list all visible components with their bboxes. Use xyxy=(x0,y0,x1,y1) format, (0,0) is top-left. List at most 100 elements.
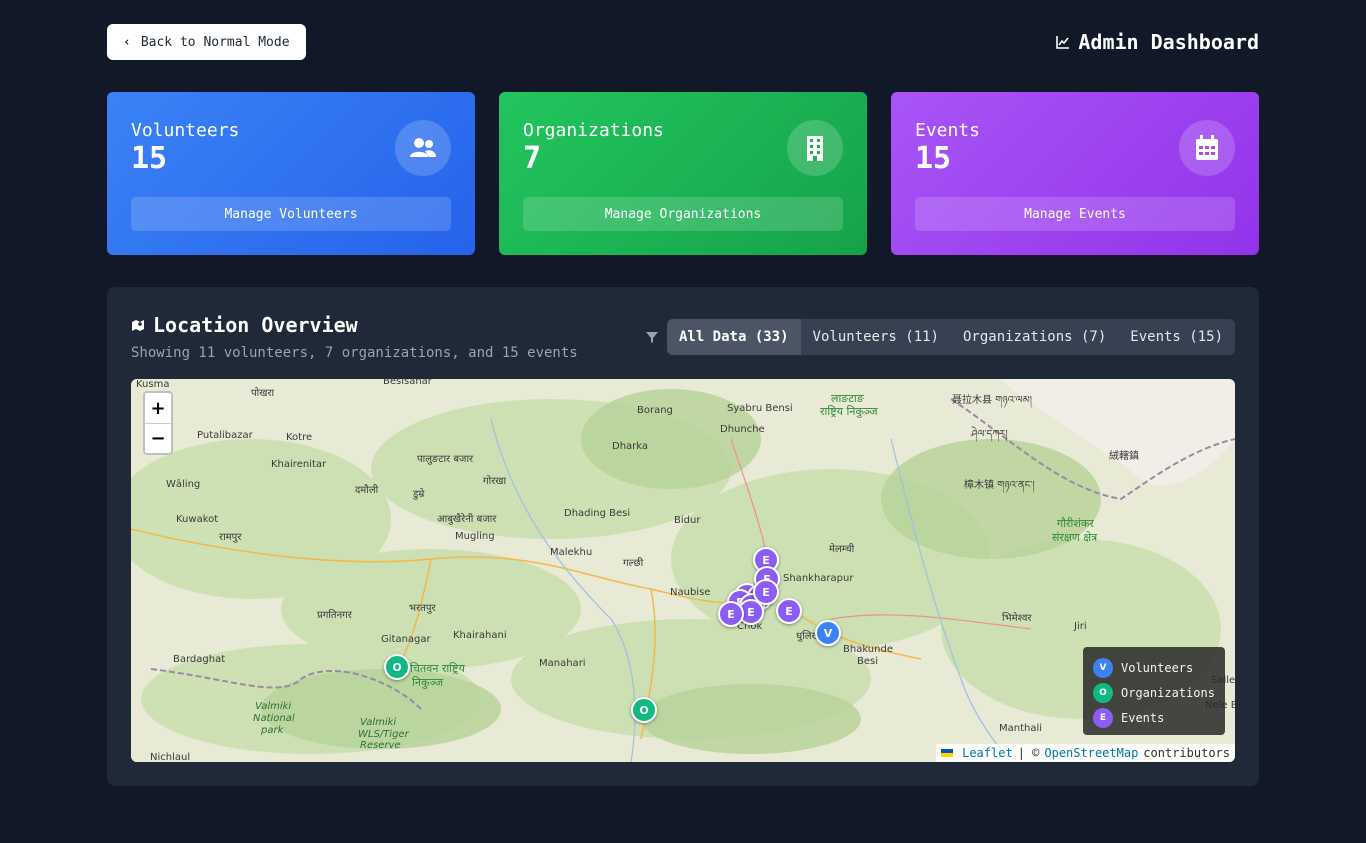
map-label: Dhunche xyxy=(720,424,765,435)
page-title: Admin Dashboard xyxy=(1056,30,1259,54)
map-label: Manthali xyxy=(999,723,1043,734)
legend-label: Volunteers xyxy=(1121,660,1194,675)
map-label: Valmiki xyxy=(360,717,397,728)
map-label: मेलम्ची xyxy=(829,544,855,555)
map-label: Malekhu xyxy=(550,547,593,558)
map-label: आबुखैरेनी बजार xyxy=(437,514,497,525)
map-label: Shankharapur xyxy=(783,573,854,584)
back-to-normal-mode-button[interactable]: ‹ Back to Normal Mode xyxy=(107,24,306,60)
legend-dot-organizations: O xyxy=(1093,682,1113,703)
map-label: Jiri xyxy=(1074,621,1087,632)
map-label: Khairenitar xyxy=(271,459,327,470)
ukraine-flag-icon xyxy=(941,749,954,757)
manage-volunteers-button[interactable]: Manage Volunteers xyxy=(131,197,451,231)
filter-tabs: All Data (33) Volunteers (11) Organizati… xyxy=(666,319,1235,355)
manage-organizations-button[interactable]: Manage Organizations xyxy=(523,197,843,231)
zoom-in-button[interactable]: + xyxy=(145,393,171,423)
map-label: Putalibazar xyxy=(197,430,253,441)
legend-organizations: O Organizations xyxy=(1093,680,1215,705)
map-label: चितवन राष्ट्रिय xyxy=(410,662,465,675)
map-label: भिमेश्वर xyxy=(1002,613,1032,624)
map-label: National xyxy=(253,713,295,724)
location-overview-title: Location Overview xyxy=(131,313,358,337)
map-label: Besi xyxy=(857,656,879,667)
map-label: Mugling xyxy=(455,531,495,542)
map-label: गल्छी xyxy=(623,558,644,569)
map-label: Bardaghat xyxy=(173,654,226,665)
filter-icon xyxy=(645,330,659,344)
event-marker[interactable]: E xyxy=(718,601,744,627)
map-label: Kuwakot xyxy=(176,514,219,525)
map-label: Besisahar xyxy=(383,379,432,387)
map-label: Bidur xyxy=(674,515,701,526)
filter-all-data[interactable]: All Data (33) xyxy=(666,319,801,355)
map-label: Manahari xyxy=(539,658,586,669)
map-label: 絨轄鎮 xyxy=(1109,451,1139,462)
map-legend: V Volunteers O Organizations E Events xyxy=(1083,647,1225,735)
legend-label: Events xyxy=(1121,710,1165,725)
map-label: Kotre xyxy=(286,432,313,443)
building-icon xyxy=(787,120,843,176)
map-label: भरतपुर xyxy=(409,603,436,614)
legend-dot-volunteers: V xyxy=(1093,657,1113,678)
map-label: Khairahani xyxy=(453,630,507,641)
map-label: डुम्रे xyxy=(413,489,425,500)
admin-title-text: Admin Dashboard xyxy=(1078,30,1259,54)
organization-marker[interactable]: O xyxy=(384,654,410,680)
location-map[interactable]: Kusma पोखरा Besisahar Putalibazar Kotre … xyxy=(131,379,1235,762)
map-label: Dhading Besi xyxy=(564,508,631,519)
zoom-out-button[interactable]: − xyxy=(145,423,171,453)
legend-events: E Events xyxy=(1093,705,1215,730)
users-icon xyxy=(395,120,451,176)
event-marker[interactable]: E xyxy=(776,598,802,624)
map-label: 聂拉木县 གཉའ་ལམ། xyxy=(952,395,1032,406)
openstreetmap-link[interactable]: OpenStreetMap xyxy=(1044,746,1138,760)
map-label: Reserve xyxy=(360,740,401,751)
map-label: राष्ट्रिय निकुञ्ज xyxy=(820,405,878,418)
filter-organizations[interactable]: Organizations (7) xyxy=(951,319,1118,355)
map-label: park xyxy=(261,725,284,736)
location-overview-panel: Location Overview Showing 11 volunteers,… xyxy=(107,287,1259,786)
map-label: Dharka xyxy=(612,441,649,452)
calendar-icon xyxy=(1179,120,1235,176)
map-label: Valmiki xyxy=(255,701,292,712)
map-label: पालुङटार बजार xyxy=(417,454,474,465)
organization-marker[interactable]: O xyxy=(631,697,657,723)
chevron-left-icon: ‹ xyxy=(123,34,131,50)
map-label: Naubise xyxy=(670,587,711,598)
map-label: निकुञ्ज xyxy=(412,676,444,689)
attribution-contributors: contributors xyxy=(1143,746,1230,760)
map-label: गोरखा xyxy=(483,476,507,487)
map-label: रामपुर xyxy=(219,532,242,543)
map-label: पोखरा xyxy=(251,388,275,399)
map-label: Gitanagar xyxy=(381,634,431,645)
volunteer-marker[interactable]: V xyxy=(815,620,841,646)
location-title-text: Location Overview xyxy=(153,313,358,337)
organizations-card: Organizations 7 Manage Organizations xyxy=(499,92,867,255)
map-label: Borang xyxy=(637,405,673,416)
leaflet-link[interactable]: Leaflet xyxy=(962,746,1013,760)
legend-volunteers: V Volunteers xyxy=(1093,655,1215,680)
map-label: 樟木镇 གཉའ་ནང་། xyxy=(964,480,1035,491)
map-label: संरक्षण क्षेत्र xyxy=(1052,531,1098,544)
map-label: Bhakunde xyxy=(843,644,893,655)
map-label: Nichlaul xyxy=(150,752,191,762)
map-icon xyxy=(132,320,144,331)
manage-events-button[interactable]: Manage Events xyxy=(915,197,1235,231)
map-label: Syabru Bensi xyxy=(727,403,793,414)
volunteers-card: Volunteers 15 Manage Volunteers xyxy=(107,92,475,255)
legend-dot-events: E xyxy=(1093,707,1113,728)
filter-volunteers[interactable]: Volunteers (11) xyxy=(801,319,951,355)
zoom-control: + − xyxy=(143,391,173,455)
map-label: दमौली xyxy=(355,485,379,496)
map-label: ཤེལ་དཀར། xyxy=(971,429,1008,440)
map-label: Wāling xyxy=(166,479,201,490)
filter-events[interactable]: Events (15) xyxy=(1118,319,1235,355)
map-label: प्रगतिनगर xyxy=(317,610,352,621)
location-subtitle: Showing 11 volunteers, 7 organizations, … xyxy=(131,345,578,361)
legend-label: Organizations xyxy=(1121,685,1215,700)
map-attribution: Leaflet | © OpenStreetMap contributors xyxy=(936,744,1235,762)
events-card: Events 15 Manage Events xyxy=(891,92,1259,255)
map-label: गौरीशंकर xyxy=(1057,517,1094,530)
map-label: WLS/Tiger xyxy=(358,729,409,740)
